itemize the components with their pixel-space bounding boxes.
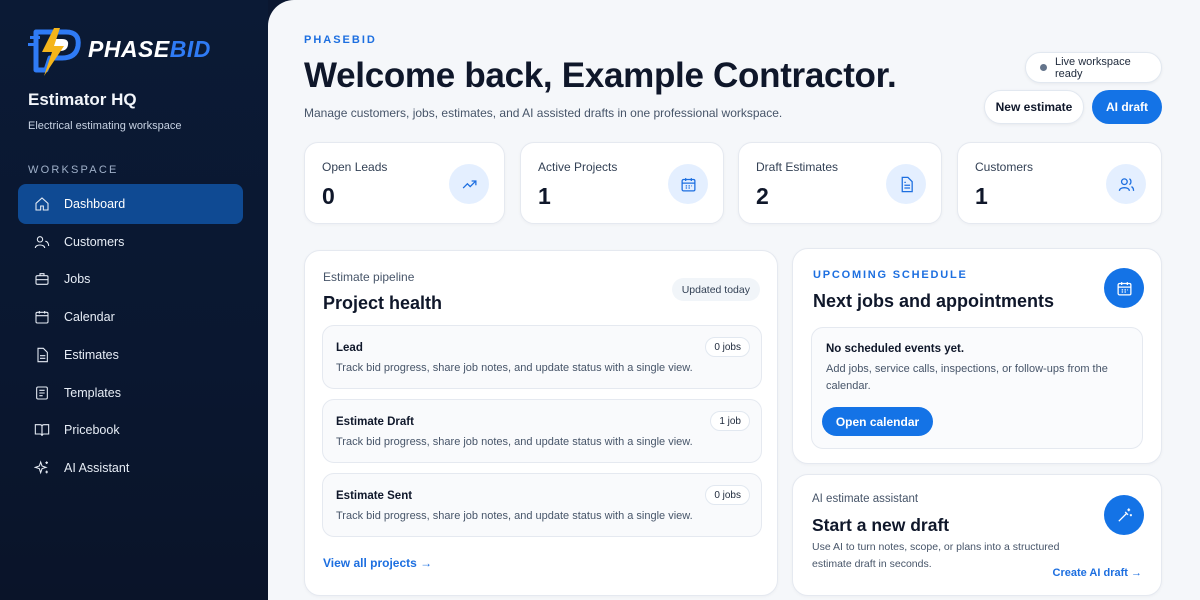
sidebar: PHASEBID Estimator HQ Electrical estimat… xyxy=(0,0,268,600)
create-ai-draft-link[interactable]: Create AI draft → xyxy=(1053,567,1142,579)
brand-eyebrow: PHASEBID xyxy=(304,34,377,46)
card-eyebrow: Estimate pipeline xyxy=(323,270,415,284)
card-eyebrow: UPCOMING SCHEDULE xyxy=(813,269,968,281)
stage-name: Estimate Draft xyxy=(336,416,414,428)
calendar-icon xyxy=(668,164,708,204)
sidebar-item-label: Dashboard xyxy=(64,197,126,211)
lightning-p-logo-icon xyxy=(28,28,81,76)
sidebar-item-label: Customers xyxy=(64,234,125,249)
stat-label: Active Projects xyxy=(538,160,618,174)
stage-description: Track bid progress, share job notes, and… xyxy=(336,436,693,448)
stat-label: Draft Estimates xyxy=(756,160,839,174)
stat-card-customers[interactable]: Customers 1 xyxy=(957,142,1162,224)
page-subtitle: Manage customers, jobs, estimates, and A… xyxy=(304,106,783,120)
sidebar-item-label: Calendar xyxy=(64,310,115,325)
stage-name: Lead xyxy=(336,342,363,354)
stat-card-draft-estimates[interactable]: Draft Estimates 2 xyxy=(738,142,942,224)
book-icon xyxy=(34,422,50,438)
stat-label: Open Leads xyxy=(322,160,388,174)
sidebar-nav: Dashboard Customers Jobs Calendar Estima… xyxy=(18,184,243,486)
sidebar-item-label: Jobs xyxy=(64,272,91,287)
sidebar-item-dashboard[interactable]: Dashboard xyxy=(18,184,243,224)
logo-wordmark-part2: BID xyxy=(169,35,211,62)
stage-count-badge: 0 jobs xyxy=(705,485,750,505)
calendar-icon xyxy=(34,309,50,325)
sidebar-item-jobs[interactable]: Jobs xyxy=(18,259,243,299)
sidebar-item-label: Templates xyxy=(64,385,121,400)
open-calendar-button[interactable]: Open calendar xyxy=(822,407,933,436)
new-estimate-button[interactable]: New estimate xyxy=(984,90,1084,124)
stat-card-active-projects[interactable]: Active Projects 1 xyxy=(520,142,724,224)
page-title: Welcome back, Example Contractor. xyxy=(304,56,897,95)
document-icon xyxy=(34,347,50,363)
sidebar-item-ai-assistant[interactable]: AI Assistant xyxy=(18,448,243,488)
sidebar-item-label: AI Assistant xyxy=(64,460,130,475)
logo-wordmark-part1: PHASE xyxy=(88,35,170,62)
workspace-title: Estimator HQ xyxy=(28,90,137,109)
ai-draft-button[interactable]: AI draft xyxy=(1092,90,1162,124)
stage-description: Track bid progress, share job notes, and… xyxy=(336,362,693,374)
card-title: Project health xyxy=(323,293,443,313)
empty-state-help: Add jobs, service calls, inspections, or… xyxy=(826,363,1108,392)
sparkles-icon xyxy=(34,460,50,476)
sidebar-item-estimates[interactable]: Estimates xyxy=(18,335,243,375)
user-icon xyxy=(34,234,50,250)
home-icon xyxy=(34,196,50,212)
ai-assistant-card: AI estimate assistant Start a new draft … xyxy=(792,474,1162,596)
status-badge: Live workspace ready xyxy=(1025,52,1162,83)
empty-state-title: No scheduled events yet. xyxy=(826,343,965,355)
empty-state: No scheduled events yet. Add jobs, servi… xyxy=(811,327,1143,449)
sidebar-item-calendar[interactable]: Calendar xyxy=(18,297,243,337)
updated-badge: Updated today xyxy=(671,278,760,301)
stat-value: 1 xyxy=(538,183,551,209)
sidebar-item-templates[interactable]: Templates xyxy=(18,373,243,413)
logo[interactable]: PHASEBID xyxy=(28,22,211,76)
view-all-projects-link[interactable]: View all projects → xyxy=(323,556,432,570)
pipeline-stage-estimate-draft[interactable]: Estimate Draft Track bid progress, share… xyxy=(322,399,762,463)
sidebar-item-customers[interactable]: Customers xyxy=(18,222,243,262)
stage-count-badge: 0 jobs xyxy=(705,337,750,357)
users-icon xyxy=(1106,164,1146,204)
sidebar-item-label: Estimates xyxy=(64,347,119,362)
calendar-icon xyxy=(1104,268,1144,308)
project-health-card: Estimate pipeline Project health Updated… xyxy=(304,250,778,596)
stage-description: Track bid progress, share job notes, and… xyxy=(336,510,693,522)
stat-value: 1 xyxy=(975,183,988,209)
status-dot-icon xyxy=(1040,64,1047,71)
sidebar-item-label: Pricebook xyxy=(64,423,120,438)
stage-name: Estimate Sent xyxy=(336,490,413,502)
stat-card-open-leads[interactable]: Open Leads 0 xyxy=(304,142,505,224)
stage-count-badge: 1 job xyxy=(710,411,750,431)
card-description: Use AI to turn notes, scope, or plans in… xyxy=(812,541,1060,570)
pipeline-stage-estimate-sent[interactable]: Estimate Sent Track bid progress, share … xyxy=(322,473,762,537)
main-content: PHASEBID Welcome back, Example Contracto… xyxy=(268,0,1200,600)
document-icon xyxy=(886,164,926,204)
template-icon xyxy=(34,385,50,401)
upcoming-schedule-card: UPCOMING SCHEDULE Next jobs and appointm… xyxy=(792,248,1162,464)
status-text: Live workspace ready xyxy=(1054,55,1131,80)
magic-wand-icon xyxy=(1104,495,1144,535)
workspace-subtitle: Electrical estimating workspace xyxy=(28,120,182,132)
pipeline-stage-lead[interactable]: Lead Track bid progress, share job notes… xyxy=(322,325,762,389)
briefcase-icon xyxy=(34,271,50,287)
stat-label: Customers xyxy=(975,160,1034,174)
trending-up-icon xyxy=(449,164,489,204)
card-title: Next jobs and appointments xyxy=(813,291,1055,311)
card-eyebrow: AI estimate assistant xyxy=(812,493,919,505)
nav-section-label: WORKSPACE xyxy=(28,164,119,176)
sidebar-item-pricebook[interactable]: Pricebook xyxy=(18,410,243,450)
card-title: Start a new draft xyxy=(812,515,950,535)
logo-wordmark: PHASEBID xyxy=(88,36,211,63)
stat-value: 0 xyxy=(322,183,335,209)
stat-value: 2 xyxy=(756,183,769,209)
